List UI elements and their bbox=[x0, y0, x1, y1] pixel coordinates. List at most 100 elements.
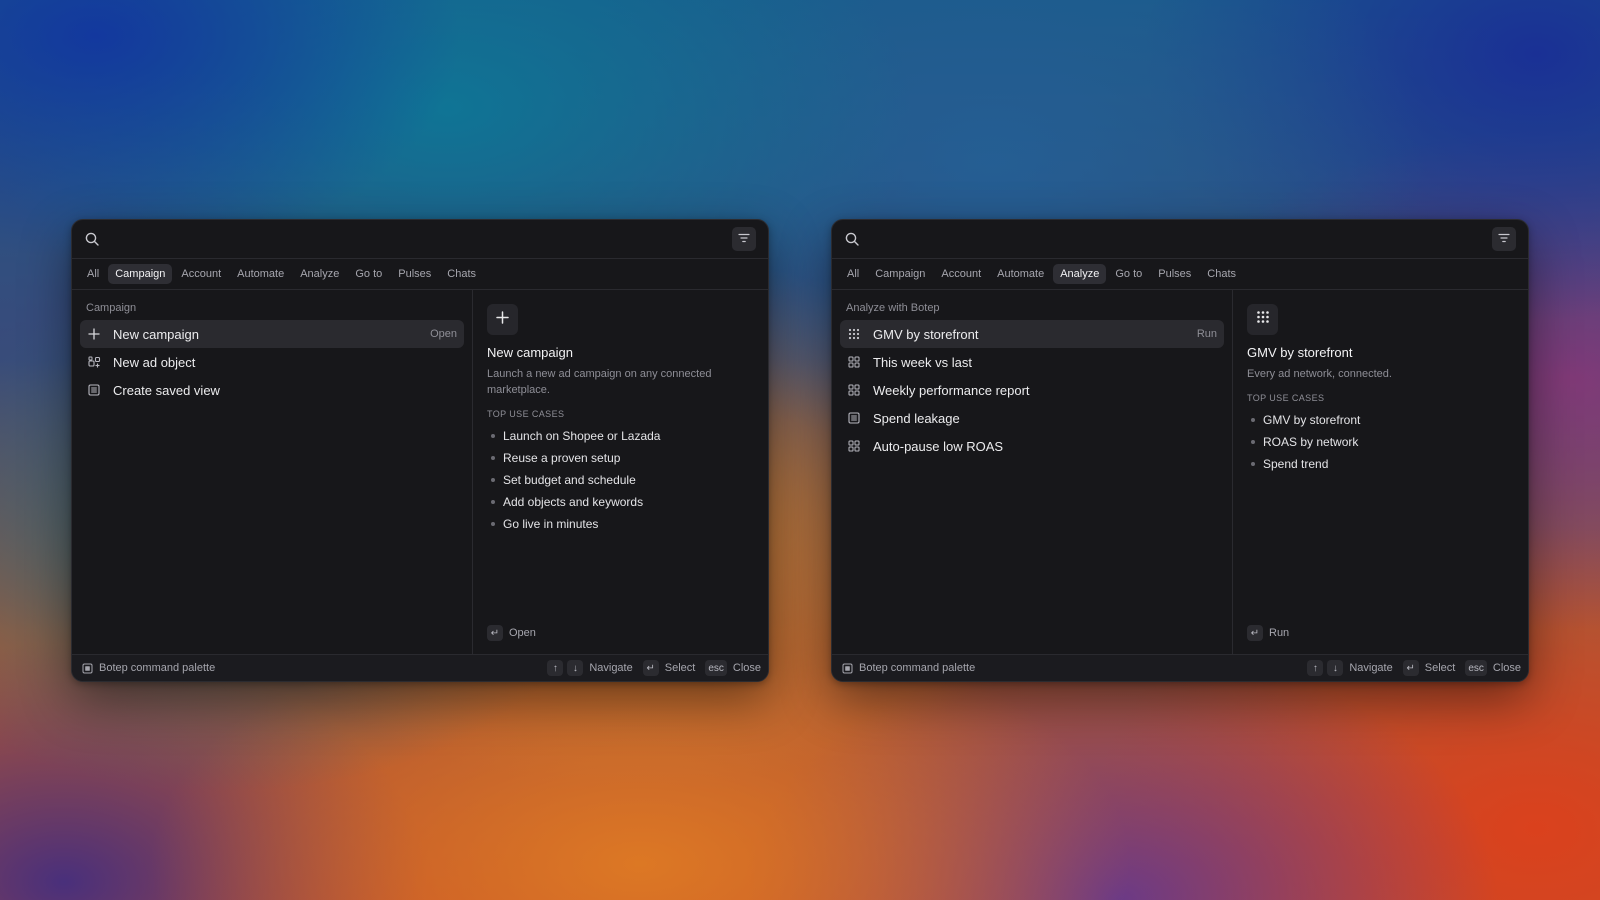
use-case-item: Spend trend bbox=[1247, 453, 1514, 475]
use-cases-heading: TOP USE CASES bbox=[1247, 393, 1325, 403]
search-input[interactable] bbox=[110, 227, 732, 251]
grid-dots-icon bbox=[1256, 310, 1270, 329]
bullet-icon bbox=[491, 456, 495, 460]
brand: Botep command palette bbox=[82, 662, 537, 674]
select-label: Select bbox=[664, 662, 696, 674]
open-action-button[interactable]: ↵ Open bbox=[487, 625, 536, 641]
app-logo-icon bbox=[842, 663, 853, 674]
app-logo-icon bbox=[82, 663, 93, 674]
list-item-auto-pause-low-roas[interactable]: Auto-pause low ROAS bbox=[840, 432, 1224, 460]
navigate-label: Navigate bbox=[589, 662, 633, 674]
tab-all[interactable]: All bbox=[80, 264, 106, 284]
tab-pulses[interactable]: Pulses bbox=[1151, 264, 1198, 284]
tab-chats[interactable]: Chats bbox=[1200, 264, 1243, 284]
arrow-up-icon: ↑ bbox=[1307, 660, 1324, 676]
filter-icon bbox=[738, 230, 750, 248]
detail-title: New campaign bbox=[487, 345, 573, 360]
use-case-item: GMV by storefront bbox=[1247, 409, 1514, 431]
list-item-label: GMV by storefront bbox=[873, 326, 979, 342]
section-label: Analyze with Botep bbox=[846, 302, 940, 314]
tab-go-to[interactable]: Go to bbox=[1108, 264, 1149, 284]
action-label: Run bbox=[1269, 627, 1290, 639]
close-label: Close bbox=[1492, 662, 1521, 674]
use-case-item: Set budget and schedule bbox=[487, 469, 754, 491]
plus-icon bbox=[496, 310, 509, 329]
use-case-list: GMV by storefront ROAS by network Spend … bbox=[1247, 409, 1514, 475]
category-tabs: All Campaign Account Automate Analyze Go… bbox=[72, 259, 768, 290]
run-action-button[interactable]: ↵ Run bbox=[1247, 625, 1289, 641]
grid-squares-icon bbox=[847, 439, 861, 453]
action-label: Open bbox=[509, 627, 536, 639]
list-item-label: New ad object bbox=[113, 354, 196, 370]
tab-all[interactable]: All bbox=[840, 264, 866, 284]
list-item-label: This week vs last bbox=[873, 354, 972, 370]
search-icon bbox=[84, 231, 100, 247]
use-case-item: Launch on Shopee or Lazada bbox=[487, 425, 754, 447]
arrow-down-icon: ↓ bbox=[567, 660, 584, 676]
tab-campaign[interactable]: Campaign bbox=[868, 264, 932, 284]
bullet-icon bbox=[1251, 418, 1255, 422]
detail-pane: GMV by storefront Every ad network, conn… bbox=[1233, 290, 1528, 654]
saved-view-icon bbox=[87, 383, 101, 397]
list-item-weekly-performance-report[interactable]: Weekly performance report bbox=[840, 376, 1224, 404]
command-palette-campaign: All Campaign Account Automate Analyze Go… bbox=[71, 219, 769, 682]
list-item-new-campaign[interactable]: New campaign Open bbox=[80, 320, 464, 348]
brand: Botep command palette bbox=[842, 662, 1297, 674]
tab-automate[interactable]: Automate bbox=[990, 264, 1051, 284]
tab-go-to[interactable]: Go to bbox=[348, 264, 389, 284]
filter-button[interactable] bbox=[732, 227, 756, 251]
results-list: Analyze with Botep GMV by storefront Run… bbox=[832, 290, 1233, 654]
list-item-label: New campaign bbox=[113, 326, 199, 342]
detail-description: Launch a new ad campaign on any connecte… bbox=[487, 368, 712, 396]
use-case-list: Launch on Shopee or Lazada Reuse a prove… bbox=[487, 425, 754, 535]
list-item-new-ad-object[interactable]: New ad object bbox=[80, 348, 464, 376]
tab-account[interactable]: Account bbox=[174, 264, 228, 284]
detail-icon bbox=[1247, 304, 1278, 335]
use-case-item: Go live in minutes bbox=[487, 513, 754, 535]
grid-squares-icon bbox=[847, 355, 861, 369]
arrow-down-icon: ↓ bbox=[1327, 660, 1344, 676]
bullet-icon bbox=[1251, 440, 1255, 444]
list-item-gmv-by-storefront[interactable]: GMV by storefront Run bbox=[840, 320, 1224, 348]
search-input[interactable] bbox=[870, 227, 1492, 251]
esc-key-icon: esc bbox=[705, 660, 727, 676]
list-item-action-hint: Run bbox=[1196, 328, 1217, 340]
detail-pane: New campaign Launch a new ad campaign on… bbox=[473, 290, 768, 654]
ad-object-icon bbox=[87, 355, 101, 369]
tab-pulses[interactable]: Pulses bbox=[391, 264, 438, 284]
palette-footer: Botep command palette ↑ ↓ Navigate ↵ Sel… bbox=[72, 654, 768, 681]
brand-label: Botep command palette bbox=[99, 662, 216, 674]
esc-key-icon: esc bbox=[1465, 660, 1487, 676]
tab-automate[interactable]: Automate bbox=[230, 264, 291, 284]
select-label: Select bbox=[1424, 662, 1456, 674]
list-item-spend-leakage[interactable]: Spend leakage bbox=[840, 404, 1224, 432]
arrow-up-icon: ↑ bbox=[547, 660, 564, 676]
list-item-this-week-vs-last[interactable]: This week vs last bbox=[840, 348, 1224, 376]
list-item-label: Weekly performance report bbox=[873, 382, 1030, 398]
filter-button[interactable] bbox=[1492, 227, 1516, 251]
detail-title: GMV by storefront bbox=[1247, 345, 1353, 360]
navigate-hint: ↑ ↓ Navigate bbox=[547, 660, 633, 676]
tab-campaign[interactable]: Campaign bbox=[108, 264, 173, 284]
command-palette-analyze: All Campaign Account Automate Analyze Go… bbox=[831, 219, 1529, 682]
enter-key-icon: ↵ bbox=[1247, 625, 1263, 641]
use-case-item: ROAS by network bbox=[1247, 431, 1514, 453]
use-case-item: Reuse a proven setup bbox=[487, 447, 754, 469]
detail-description: Every ad network, connected. bbox=[1247, 368, 1392, 380]
brand-label: Botep command palette bbox=[859, 662, 976, 674]
grid-dots-icon bbox=[847, 327, 861, 341]
bullet-icon bbox=[491, 500, 495, 504]
close-label: Close bbox=[732, 662, 761, 674]
navigate-hint: ↑ ↓ Navigate bbox=[1307, 660, 1393, 676]
enter-key-icon: ↵ bbox=[642, 660, 659, 676]
tab-account[interactable]: Account bbox=[934, 264, 988, 284]
select-hint: ↵ Select bbox=[642, 660, 696, 676]
use-cases-heading: TOP USE CASES bbox=[487, 409, 565, 419]
bullet-icon bbox=[491, 478, 495, 482]
tab-chats[interactable]: Chats bbox=[440, 264, 483, 284]
tab-analyze[interactable]: Analyze bbox=[1053, 264, 1107, 284]
list-item-create-saved-view[interactable]: Create saved view bbox=[80, 376, 464, 404]
search-icon bbox=[844, 231, 860, 247]
bullet-icon bbox=[491, 434, 495, 438]
tab-analyze[interactable]: Analyze bbox=[293, 264, 346, 284]
